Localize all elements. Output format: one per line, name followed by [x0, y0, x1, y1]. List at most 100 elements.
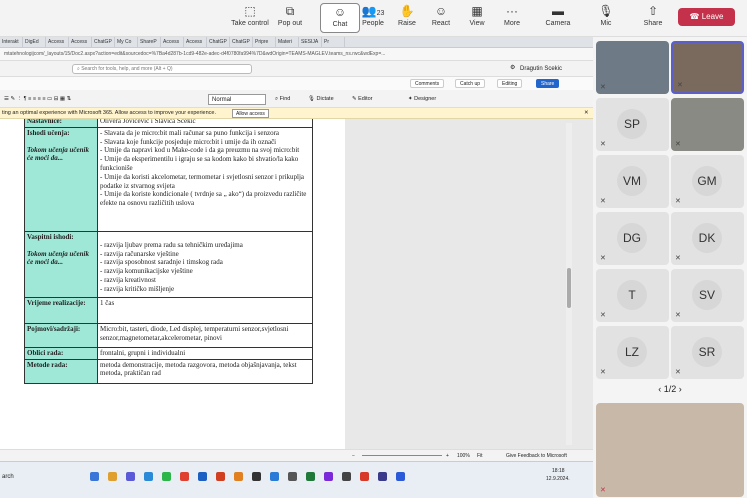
row-sublabel: Tokom učenja učenik će moći da... [27, 145, 89, 163]
chrome-icon[interactable] [180, 472, 189, 481]
camera-button[interactable]: ▬ Camera [538, 3, 578, 33]
app-icon[interactable] [270, 472, 279, 481]
document-scrollbar[interactable] [566, 123, 572, 445]
self-video[interactable]: ✕ [596, 403, 744, 497]
comments-button[interactable]: Comments [410, 79, 445, 88]
view-button[interactable]: ▦ View [457, 3, 497, 33]
app-icon[interactable] [90, 472, 99, 481]
list-item: - Umije da eksperimentilu i igraju se sa… [100, 155, 299, 172]
pagination: ‹ 1/2 › [593, 383, 747, 395]
editor-button[interactable]: ✎ Editor [352, 94, 373, 104]
row-label: Ishodi učenja: [27, 128, 70, 137]
table-row: Vaspitni ishodi: Tokom učenja učenik će … [24, 230, 313, 298]
browser-tab[interactable]: ShareP [138, 37, 161, 47]
mic-off-icon: ✕ [600, 84, 606, 91]
react-button[interactable]: ☺ React [421, 3, 461, 33]
leave-button[interactable]: ☎ Leave [678, 8, 735, 26]
address-bar[interactable]: mtatehnologijcom/_layouts/15/Doc2.aspx?a… [0, 48, 593, 61]
participant-tile[interactable]: LZ ✕ [596, 326, 669, 379]
pop-out-button[interactable]: ⧉ Pop out [270, 3, 310, 33]
browser-tab[interactable]: SESIJA [299, 37, 322, 47]
browser-tab[interactable]: Interakt [0, 37, 23, 47]
taskbar-search[interactable]: arch [2, 474, 14, 480]
browser-tab[interactable]: ChatGP [230, 37, 253, 47]
popout-icon: ⧉ [285, 4, 295, 18]
browser-tab[interactable]: Materi [276, 37, 299, 47]
app-icon[interactable] [324, 472, 333, 481]
dictate-button[interactable]: 🎙 Dictate [308, 94, 334, 104]
designer-button[interactable]: ✦ Designer [408, 94, 436, 104]
zoom-slider[interactable] [362, 455, 442, 456]
row-label: Vaspitni ishodi: [27, 232, 74, 241]
browser-tab[interactable]: ChatGP [207, 37, 230, 47]
document-canvas: Nastavnice: Olivera Jovićević i Slavica … [0, 119, 593, 449]
mic-off-icon: ✕ [600, 312, 606, 319]
browser-tab[interactable]: Pr [322, 37, 345, 47]
participant-video[interactable]: ✕ [596, 41, 669, 94]
participant-tile[interactable]: DK ✕ [671, 212, 744, 265]
browser-tab[interactable]: My Co [115, 37, 138, 47]
share-icon: ⇧ [647, 4, 659, 18]
more-icon: ··· [506, 4, 518, 18]
firefox-icon[interactable] [234, 472, 243, 481]
avatar: GM [692, 166, 722, 196]
search-input[interactable]: ⌕ Search for tools, help, and more (Alt … [72, 64, 252, 74]
browser-tab[interactable]: Access [69, 37, 92, 47]
list-item: - Umije da koriste kondicionale ( tvrdnj… [100, 190, 307, 208]
browser-tab[interactable]: DigEd [23, 37, 46, 47]
close-icon[interactable]: ✕ [584, 108, 589, 119]
scroll-thumb[interactable] [567, 268, 571, 308]
avatar: VM [617, 166, 647, 196]
participant-tile[interactable]: DG ✕ [596, 212, 669, 265]
spotify-icon[interactable] [162, 472, 171, 481]
more-button[interactable]: ··· More [492, 3, 532, 33]
app-icon[interactable] [396, 472, 405, 481]
participant-tile[interactable]: T ✕ [596, 269, 669, 322]
ribbon-home: ☰ ✎ ⋮ ¶ ≡ ≡ ≡ ≡ ▭ ⊟ ▦ ⇅ Normal ⌕ Find 🎙 … [0, 90, 593, 108]
mic-button[interactable]: 🎙 Mic [586, 3, 626, 33]
app-icon[interactable] [252, 472, 261, 481]
phone-icon: ☎ [689, 12, 702, 21]
os-taskbar: arch 18:18 12.9.2024. [0, 461, 593, 498]
share-doc-button[interactable]: Share [536, 79, 560, 88]
style-select[interactable]: Normal [208, 94, 266, 105]
edge-icon[interactable] [144, 472, 153, 481]
participant-video[interactable]: ✕ [671, 98, 744, 151]
participant-video[interactable]: ✕ [671, 41, 744, 94]
browser-tab[interactable]: ChatGP [92, 37, 115, 47]
app-icon[interactable] [342, 472, 351, 481]
gear-icon[interactable]: ⚙ [510, 64, 515, 71]
catch-up-button[interactable]: Catch up [455, 79, 486, 88]
mic-off-icon: ✕ [675, 141, 681, 148]
app-icon[interactable] [360, 472, 369, 481]
editing-button[interactable]: Editing [497, 79, 523, 88]
mic-off-icon: ✕ [675, 312, 681, 319]
format-icons[interactable]: ☰ ✎ ⋮ ¶ ≡ ≡ ≡ ≡ ▭ ⊟ ▦ ⇅ [4, 94, 71, 104]
share-button[interactable]: ⇧ Share [633, 3, 673, 33]
excel-icon[interactable] [306, 472, 315, 481]
browser-tab[interactable]: Access [184, 37, 207, 47]
participant-tile[interactable]: VM ✕ [596, 155, 669, 208]
allow-access-button[interactable]: Allow access [232, 109, 269, 118]
browser-tab[interactable]: Pripre [253, 37, 276, 47]
powerpoint-icon[interactable] [216, 472, 225, 481]
teams-icon[interactable] [126, 472, 135, 481]
browser-tab[interactable]: Access [161, 37, 184, 47]
participant-tile[interactable]: SR ✕ [671, 326, 744, 379]
participant-tile[interactable]: SV ✕ [671, 269, 744, 322]
row-label: Pojmovi/sadržaji: [24, 322, 98, 348]
list-item: - Slavata da je micro:bit mali računar s… [100, 128, 280, 137]
participant-tile[interactable]: SP ✕ [596, 98, 669, 151]
smiley-icon: ☺ [434, 4, 448, 18]
take-control-button[interactable]: ⬚ Take control [230, 3, 270, 33]
find-button[interactable]: ⌕ Find [275, 94, 290, 104]
app-icon[interactable] [288, 472, 297, 481]
document-page[interactable]: Nastavnice: Olivera Jovićević i Slavica … [0, 119, 345, 449]
word-icon[interactable] [198, 472, 207, 481]
app-icon[interactable] [378, 472, 387, 481]
user-name[interactable]: Dragutin Scekic [520, 64, 562, 74]
participant-tile[interactable]: GM ✕ [671, 155, 744, 208]
chevron-right-icon[interactable]: › [676, 384, 682, 394]
folder-icon[interactable] [108, 472, 117, 481]
browser-tab[interactable]: Access [46, 37, 69, 47]
